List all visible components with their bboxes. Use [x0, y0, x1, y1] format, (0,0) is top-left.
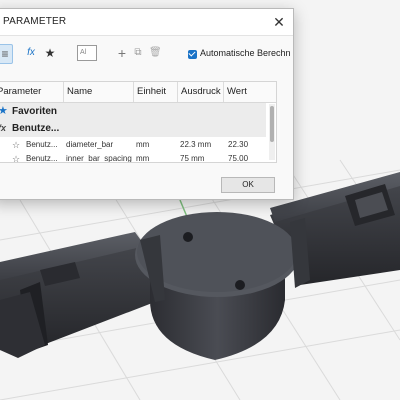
cell-unit: mm [136, 140, 150, 149]
col-value[interactable]: Wert [224, 82, 266, 102]
copy-icon[interactable]: ⧉ [133, 44, 143, 62]
dialog-title: PARAMETER [3, 16, 67, 27]
hole-top [183, 232, 193, 242]
group-user-params[interactable]: fx Benutze... [0, 120, 266, 137]
search-input[interactable]: Al [77, 45, 97, 61]
dialog-titlebar[interactable]: PARAMETER ✕ [0, 9, 293, 36]
group-favorites[interactable]: ★ Favoriten [0, 103, 266, 120]
fx-filter-button[interactable]: fx [23, 44, 39, 62]
table-scrollbar[interactable] [269, 104, 275, 160]
delete-icon[interactable]: 🗑 [149, 44, 162, 62]
table-header: Parameter Name Einheit Ausdruck Wert [0, 82, 276, 103]
cell-unit: mm [136, 154, 150, 163]
col-parameter[interactable]: Parameter [0, 82, 64, 102]
scroll-thumb[interactable] [270, 106, 274, 142]
table-row[interactable]: ☆ Benutz... inner_bar_spacing mm 75 mm 7… [0, 152, 266, 163]
cell-name: diameter_bar [66, 140, 114, 149]
parameter-dialog: PARAMETER ✕ ≡ fx ★ Al + ⧉ 🗑 Automatische… [0, 8, 294, 200]
group-user-label: Benutze... [12, 123, 60, 134]
table-row[interactable]: ☆ Benutz... diameter_bar mm 22.3 mm 22.3… [0, 138, 266, 152]
add-button[interactable]: + [117, 44, 127, 62]
hole-bottom [235, 280, 245, 290]
auto-compute-label: Automatische Berechn [200, 48, 291, 58]
star-outline-icon[interactable]: ☆ [12, 152, 20, 162]
parameter-table: Parameter Name Einheit Ausdruck Wert ★ F… [0, 81, 277, 163]
col-expression[interactable]: Ausdruck [178, 82, 224, 102]
star-outline-icon[interactable]: ☆ [12, 138, 20, 152]
add-glyph: + [117, 45, 127, 61]
favorites-star-icon: ★ [0, 103, 8, 120]
cell-expression[interactable]: 75 mm [180, 152, 224, 162]
cell-name: inner_bar_spacing [66, 154, 132, 163]
fx-label: fx [27, 47, 35, 58]
filter-icon[interactable]: ≡ [0, 44, 13, 64]
col-name[interactable]: Name [64, 82, 134, 102]
star-icon[interactable]: ★ [43, 44, 57, 62]
fx-icon: fx [0, 123, 7, 133]
auto-compute-checkbox[interactable] [188, 50, 197, 59]
cell-parameter: Benutz... [26, 140, 58, 149]
ok-button[interactable]: OK [221, 177, 275, 193]
group-favorites-label: Favoriten [12, 106, 58, 117]
cell-value: 75.00 [228, 154, 249, 163]
close-button[interactable]: ✕ [271, 14, 287, 30]
col-unit[interactable]: Einheit [134, 82, 178, 102]
search-placeholder: Al [80, 49, 87, 56]
cell-parameter: Benutz... [26, 154, 58, 163]
dialog-toolbar: ≡ fx ★ Al + ⧉ 🗑 Automatische Berechn [0, 39, 293, 67]
cell-expression[interactable]: 22.3 mm [180, 138, 224, 152]
cell-value: 22.30 [228, 140, 249, 149]
